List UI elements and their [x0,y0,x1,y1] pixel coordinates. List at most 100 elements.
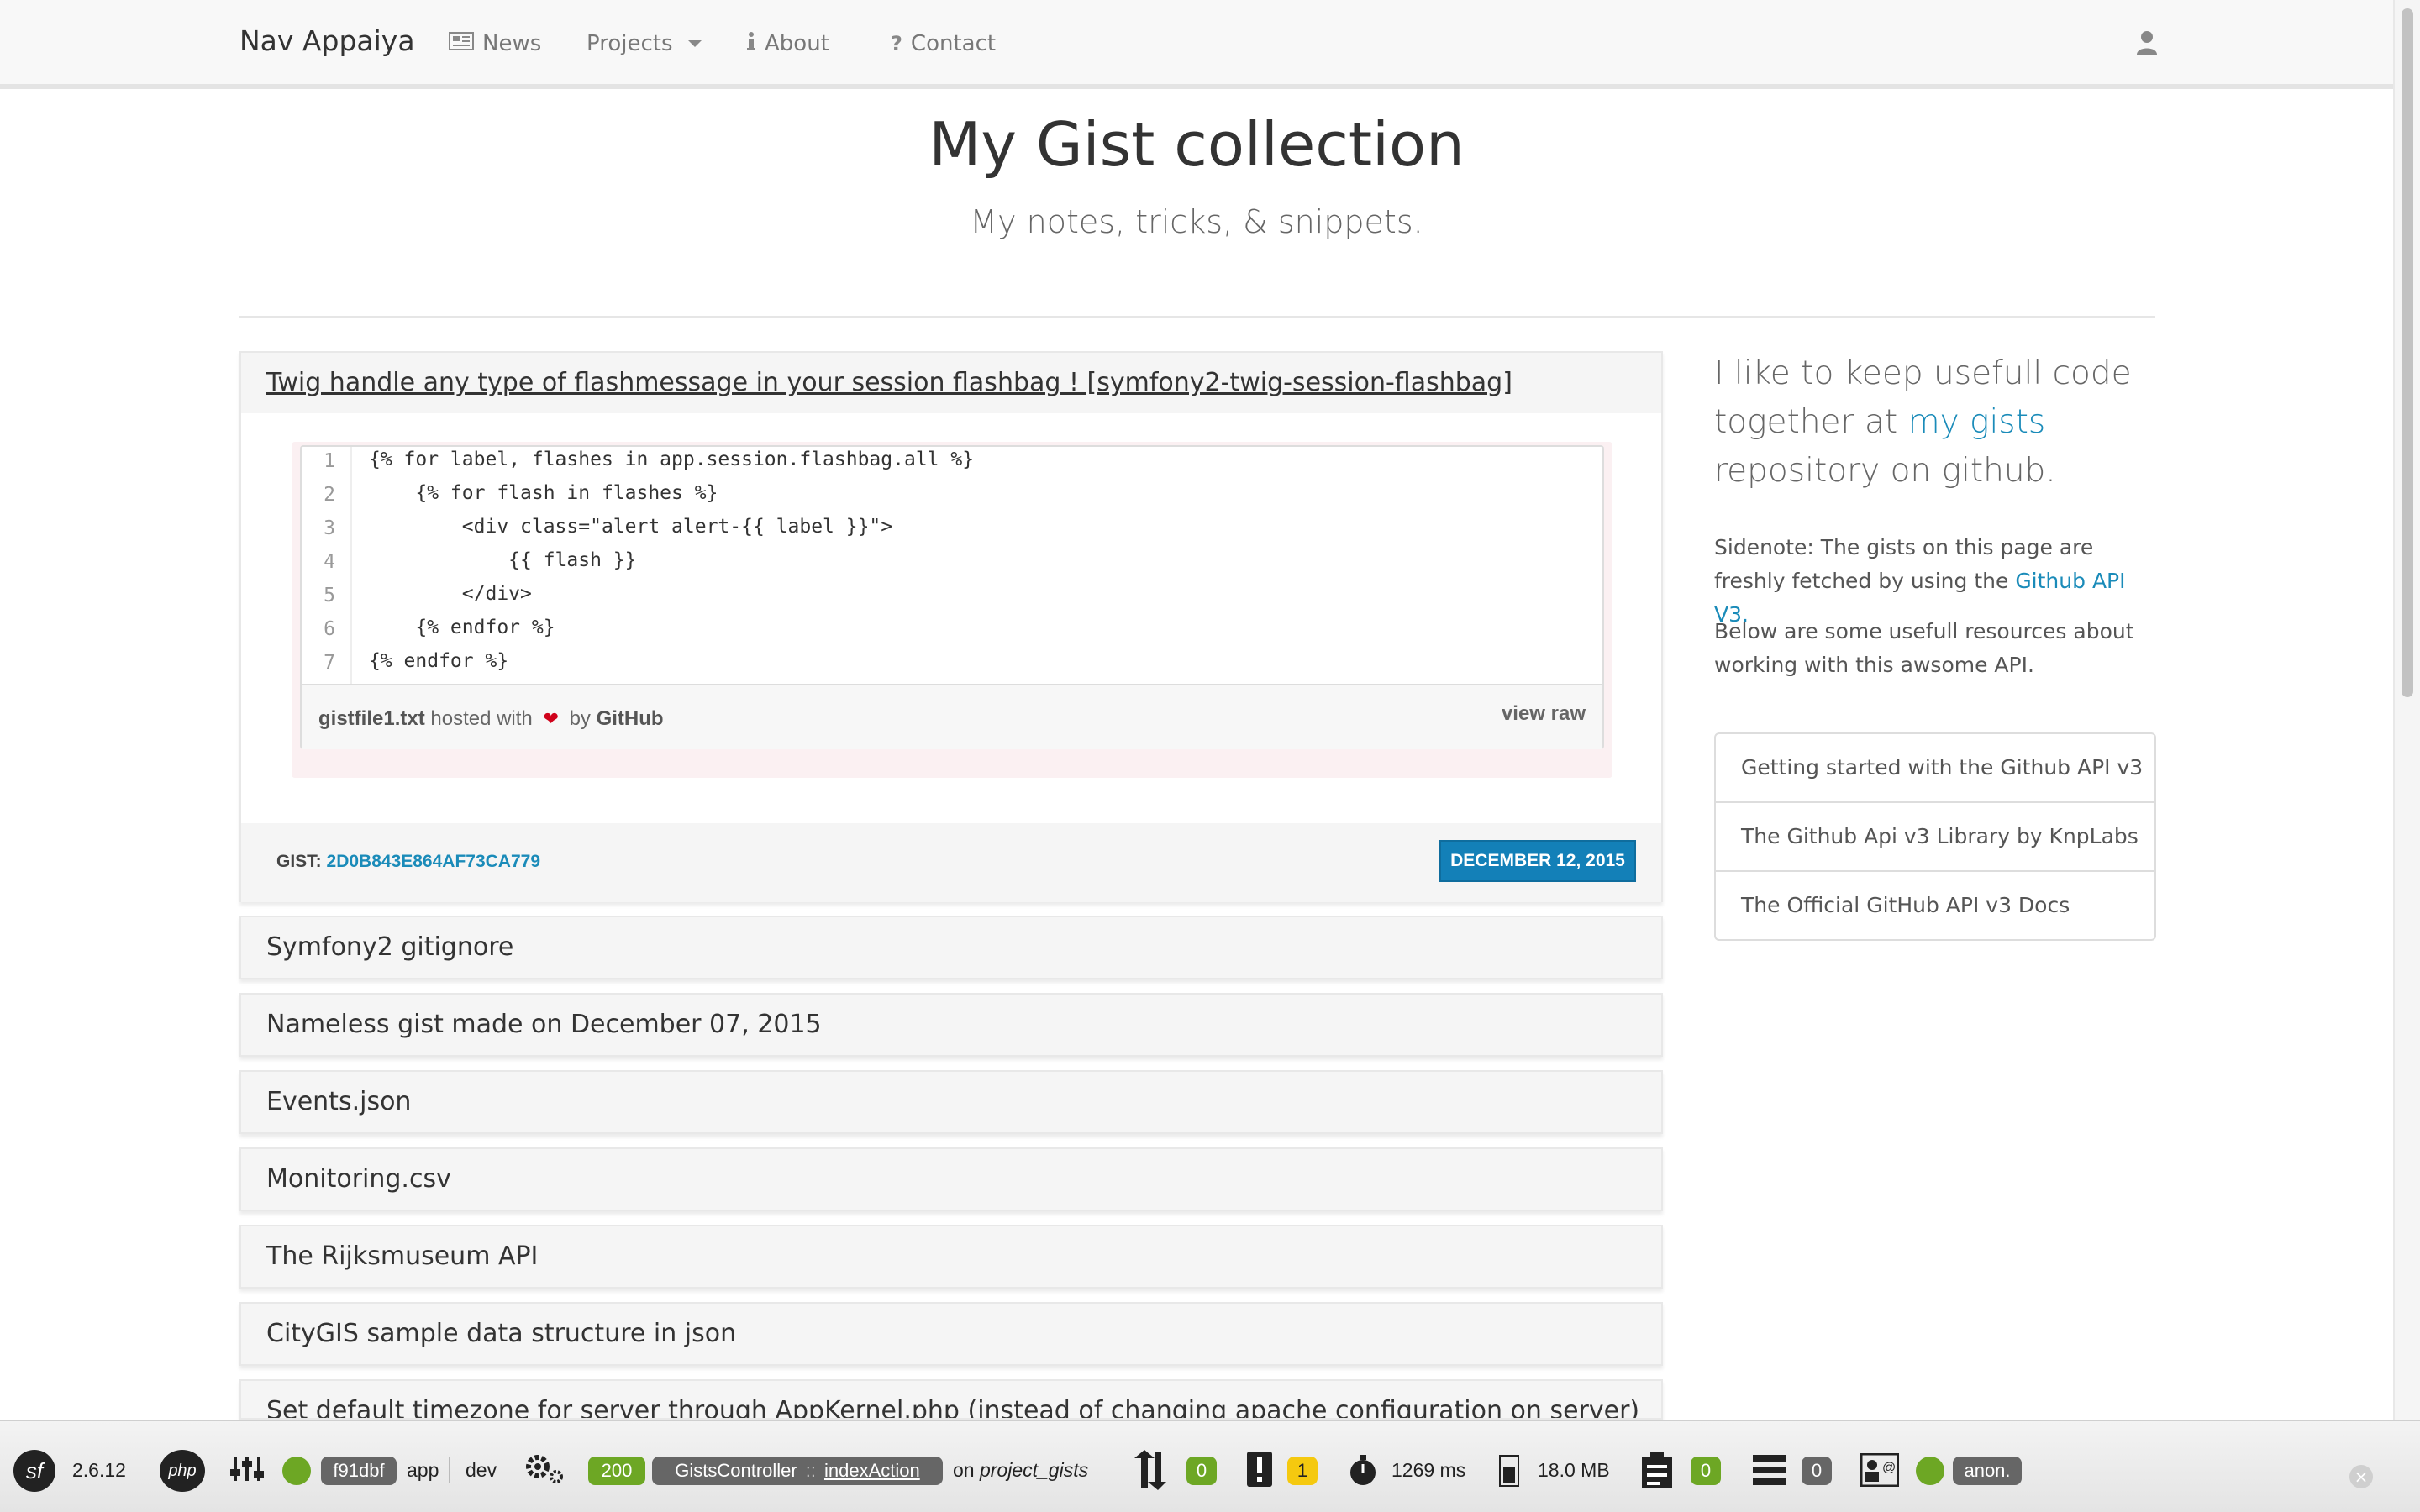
security-user-icon[interactable]: @ [1860,1452,1900,1494]
line-number: 2 [324,484,335,506]
caret-down-icon [687,40,702,47]
request-time[interactable]: 1269 ms [1392,1455,1465,1485]
gist-row-title[interactable]: Monitoring.csv [266,1164,451,1194]
scrollbar-thumb[interactable] [2402,8,2413,697]
user-icon[interactable] [2136,30,2158,55]
close-toolbar-icon[interactable]: × [2349,1465,2373,1488]
toolbar-separator [449,1457,450,1483]
gears-icon[interactable] [524,1452,565,1493]
gist-filename-link[interactable]: gistfile1.txt [318,707,425,730]
code-line: {% endfor %} [369,617,555,638]
gist-row-title[interactable]: Events.json [266,1087,411,1116]
my-gists-link[interactable]: my gists [1908,403,2046,441]
forms-count-badge[interactable]: 0 [1691,1457,1721,1485]
resource-link[interactable]: The Official GitHub API v3 Docs [1716,872,2154,941]
gist-row[interactable]: Symfony2 gitignore [239,916,1663,979]
config-sliders-icon[interactable] [230,1455,264,1490]
gist-row[interactable]: The Rijksmuseum API [239,1225,1663,1289]
by-text: by [569,707,591,730]
gist-id: GIST: 2D0B843E864AF73CA779 [276,852,540,872]
resource-link[interactable]: The Github Api v3 Library by KnpLabs [1716,803,2154,872]
exclamation-icon[interactable] [1247,1452,1272,1494]
info-icon [746,31,756,56]
gist-meta-text: gistfile1.txt hosted with ❤ by GitHub [318,707,664,731]
gist-row[interactable]: Events.json [239,1070,1663,1134]
nav-contact[interactable]: ? Contact [891,29,996,59]
code-line: </div> [369,583,532,605]
database-icon[interactable] [1753,1455,1786,1493]
heart-icon: ❤ [543,708,559,729]
gist-row-title[interactable]: The Rijksmuseum API [266,1242,538,1271]
memory-icon[interactable] [1499,1455,1519,1494]
db-queries-badge[interactable]: 0 [1802,1457,1832,1485]
controller-badge[interactable]: GistsController :: indexAction [652,1457,943,1485]
controller-separator: :: [805,1460,816,1481]
gist-row-title[interactable]: Symfony2 gitignore [266,932,513,962]
gist-panel-header[interactable]: Twig handle any type of flashmessage in … [241,353,1661,413]
nav-news[interactable]: News [449,29,541,59]
gist-id-link[interactable]: 2D0B843E864AF73CA779 [327,852,541,871]
line-number: 6 [324,618,335,640]
gist-row[interactable]: Set default timezone for server through … [239,1379,1663,1420]
resource-list: Getting started with the Github API v3 T… [1714,732,2156,941]
navbar: Nav Appaiya News Projects About ? Contac… [0,0,2393,89]
user-badge[interactable]: anon. [1953,1457,2022,1485]
gist-embed: 1 2 3 4 5 6 7 {% for label, flashes in a… [292,442,1612,778]
nav-projects-dropdown[interactable]: Projects [587,29,702,59]
gist-id-label: GIST: [276,852,322,871]
github-link[interactable]: GitHub [597,707,664,730]
status-code-badge[interactable]: 200 [588,1457,645,1485]
hosted-with-text: hosted with [430,707,533,730]
code-line: {% for label, flashes in app.session.fla… [369,449,975,470]
page-subtitle: My notes, tricks, & snippets. [970,203,1423,240]
sidebar-lead-post: repository on github. [1714,452,2056,490]
sidebar-lead: I like to keep usefull code together at … [1714,349,2168,496]
line-number: 3 [324,517,335,539]
page-scrollbar[interactable] [2393,0,2420,1420]
symfony-version[interactable]: 2.6.12 [72,1455,126,1485]
memory-usage[interactable]: 18.0 MB [1538,1455,1610,1485]
line-number: 1 [324,450,335,472]
gist-row-title[interactable]: Set default timezone for server through … [266,1396,1639,1418]
code-line: {{ flash }} [369,549,637,571]
stopwatch-icon[interactable] [1348,1455,1378,1494]
code-box: 1 2 3 4 5 6 7 {% for label, flashes in a… [300,445,1604,749]
token-badge[interactable]: f91dbf [321,1457,397,1485]
clipboard-icon[interactable] [1640,1452,1674,1496]
action-name: indexAction [823,1460,920,1481]
question-icon: ? [891,32,902,55]
route-info: on project_gists [953,1455,1088,1485]
resource-link[interactable]: Getting started with the Github API v3 [1716,734,2154,803]
gist-title-link[interactable]: Twig handle any type of flashmessage in … [266,368,1512,397]
line-gutter: 1 2 3 4 5 6 7 [302,447,352,684]
symfony-logo-icon[interactable]: sf [13,1450,55,1492]
status-indicator-icon [282,1457,311,1485]
route-name: project_gists [979,1458,1089,1481]
code-lines: 1 2 3 4 5 6 7 {% for label, flashes in a… [302,447,1602,684]
line-number: 7 [324,652,335,674]
gist-row[interactable]: Monitoring.csv [239,1147,1663,1211]
view-raw-link[interactable]: view raw [1502,702,1586,726]
date-badge: DECEMBER 12, 2015 [1439,840,1636,882]
gist-row-title[interactable]: Nameless gist made on December 07, 2015 [266,1010,822,1039]
php-logo-icon[interactable]: php [160,1450,205,1492]
gist-row[interactable]: CityGIS sample data structure in json [239,1302,1663,1366]
code-line: {% for flash in flashes %} [369,482,718,504]
ajax-arrows-icon[interactable] [1129,1450,1170,1498]
nav-about-label: About [765,31,829,56]
env-label: dev [466,1458,497,1481]
gist-panel-footer: GIST: 2D0B843E864AF73CA779 DECEMBER 12, … [241,823,1661,902]
nav-about[interactable]: About [746,29,829,59]
sidebar-note-resources: Below are some usefull resources about w… [1714,619,2134,677]
route-prefix: on [953,1458,975,1481]
brand-link[interactable]: Nav Appaiya [239,24,415,57]
gist-panel-expanded: Twig handle any type of flashmessage in … [239,351,1663,902]
ajax-count-badge[interactable]: 0 [1186,1457,1217,1485]
page-title: My Gist collection [929,109,1465,180]
errors-count-badge[interactable]: 1 [1287,1457,1318,1485]
symfony-debug-toolbar: sf 2.6.12 php f91dbf app dev 200 GistsCo… [0,1420,2420,1512]
svg-text:@: @ [1882,1461,1896,1475]
gist-row[interactable]: Nameless gist made on December 07, 2015 [239,993,1663,1057]
gist-row-title[interactable]: CityGIS sample data structure in json [266,1319,736,1348]
nav-projects-label: Projects [587,31,673,56]
